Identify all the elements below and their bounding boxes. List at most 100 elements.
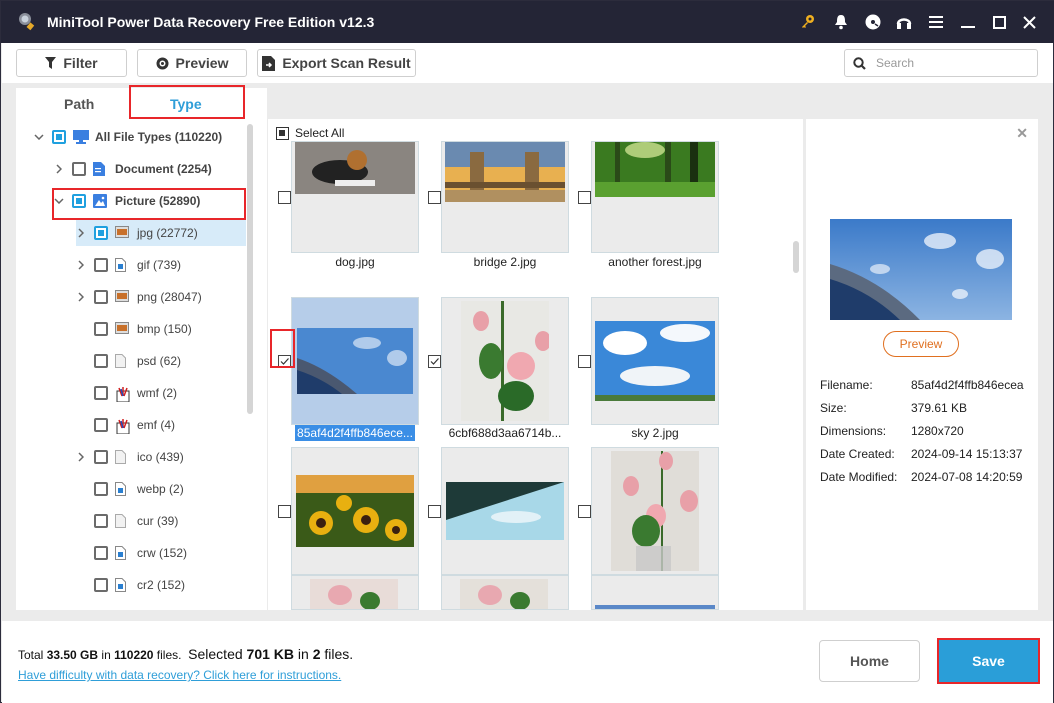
file-checkbox[interactable] [428, 191, 441, 204]
chevron-down-icon[interactable] [34, 132, 44, 142]
tree-node[interactable]: ico (439) [76, 444, 184, 470]
tab-path[interactable]: Path [64, 96, 94, 112]
footer: Total 33.50 GB in 110220 files. Selected… [2, 621, 1053, 703]
chevron-right-icon[interactable] [76, 292, 86, 302]
select-all-checkbox[interactable]: Select All [276, 126, 344, 140]
tree-checkbox[interactable] [94, 514, 108, 528]
image-file-icon [115, 258, 129, 272]
minimize-icon[interactable] [959, 13, 977, 31]
tree-node[interactable]: gif (739) [76, 252, 181, 278]
tree-node-label: ico (439) [137, 450, 184, 464]
blank-file-icon [115, 450, 129, 464]
file-checkbox[interactable] [278, 191, 291, 204]
tree-node-label: Document (2254) [115, 162, 212, 176]
tree-checkbox[interactable] [94, 482, 108, 496]
tree-scrollbar[interactable] [247, 124, 253, 414]
tree-checkbox[interactable] [94, 226, 108, 240]
grid-scrollbar[interactable] [793, 241, 799, 273]
tree-checkbox[interactable] [94, 418, 108, 432]
app-window: MiniTool Power Data Recovery Free Editio… [0, 0, 1054, 703]
file-checkbox[interactable] [578, 505, 591, 518]
preview-toolbar-button[interactable]: Preview [137, 49, 247, 77]
close-preview-icon[interactable]: ✕ [1016, 125, 1028, 142]
file-checkbox[interactable] [578, 191, 591, 204]
file-checkbox[interactable] [278, 505, 291, 518]
help-link[interactable]: Have difficulty with data recovery? Clic… [18, 668, 341, 682]
thumbnail-image [611, 451, 699, 571]
tree-node[interactable]: cr2 (152) [76, 572, 185, 598]
file-thumbnail-tile[interactable] [441, 447, 569, 575]
file-name-label: bridge 2.jpg [441, 255, 569, 269]
file-thumbnail-tile[interactable] [591, 447, 719, 575]
view-tabs: Path Type [16, 85, 267, 120]
close-icon[interactable] [1020, 13, 1038, 31]
tree-node[interactable]: bmp (150) [76, 316, 192, 342]
thumbnail-image [595, 579, 715, 609]
tree-checkbox[interactable] [52, 130, 66, 144]
file-thumbnail-tile[interactable] [591, 575, 719, 610]
home-button[interactable]: Home [819, 640, 920, 682]
selected-mid: in [294, 646, 313, 662]
tree-node[interactable]: png (28047) [76, 284, 202, 310]
file-thumbnail-tile[interactable] [441, 297, 569, 425]
disc-icon[interactable] [864, 13, 882, 31]
tree-checkbox[interactable] [72, 162, 86, 176]
file-thumbnail-tile[interactable] [291, 297, 419, 425]
menu-icon[interactable] [927, 13, 945, 31]
tree-node[interactable]: cur (39) [76, 508, 178, 534]
file-name: 6cbf688d3aa6714b... [448, 426, 562, 440]
thumbnail-image [310, 579, 398, 609]
tree-checkbox[interactable] [94, 546, 108, 560]
tree-node[interactable]: All File Types (110220) [34, 124, 222, 150]
file-thumbnail-tile[interactable] [291, 575, 419, 610]
preview-button[interactable]: Preview [883, 331, 959, 357]
tree-node[interactable]: wmf (2) [76, 380, 177, 406]
bell-icon[interactable] [832, 13, 850, 31]
file-thumbnail-tile[interactable] [441, 575, 569, 610]
tree-node-label: crw (152) [137, 546, 188, 560]
thumbnail-image [446, 482, 564, 540]
file-info-row: Filename: 85af4d2f4ffb846ecea [820, 378, 1024, 392]
select-all-box[interactable] [276, 126, 289, 140]
file-thumbnail-tile[interactable] [291, 447, 419, 575]
tree-node[interactable]: crw (152) [76, 540, 187, 566]
tree-checkbox[interactable] [94, 450, 108, 464]
tree-node[interactable]: webp (2) [76, 476, 184, 502]
info-value: 379.61 KB [911, 401, 968, 415]
eye-icon [156, 57, 169, 69]
tree-node[interactable]: psd (62) [76, 348, 181, 374]
tree-checkbox[interactable] [94, 322, 108, 336]
blank-file-icon [115, 354, 129, 368]
chevron-right-icon[interactable] [76, 452, 86, 462]
tree-checkbox[interactable] [94, 290, 108, 304]
tree-checkbox[interactable] [94, 386, 108, 400]
file-thumbnail-tile[interactable] [291, 141, 419, 253]
search-input[interactable] [876, 56, 1026, 70]
maximize-icon[interactable] [990, 13, 1008, 31]
file-checkbox[interactable] [428, 505, 441, 518]
search-box[interactable] [844, 49, 1038, 77]
chevron-right-icon[interactable] [54, 164, 64, 174]
tree-node[interactable]: Document (2254) [54, 156, 212, 182]
tree-node[interactable]: emf (4) [76, 412, 175, 438]
tree-checkbox[interactable] [94, 354, 108, 368]
key-icon[interactable] [799, 13, 817, 31]
tree-node-label: emf (4) [137, 418, 176, 432]
file-thumbnail-tile[interactable] [591, 297, 719, 425]
file-name: another forest.jpg [608, 255, 702, 269]
headset-icon[interactable] [895, 13, 913, 31]
export-scan-result-button[interactable]: Export Scan Result [257, 49, 416, 77]
file-thumbnail-tile[interactable] [441, 141, 569, 253]
thumbnail-image [461, 301, 549, 421]
file-thumbnail-tile[interactable] [591, 141, 719, 253]
tree-node[interactable]: jpg (22772) [76, 220, 246, 246]
filter-button[interactable]: Filter [16, 49, 127, 77]
chevron-right-icon[interactable] [76, 228, 86, 238]
tree-checkbox[interactable] [94, 258, 108, 272]
save-button[interactable]: Save [937, 638, 1040, 684]
file-checkbox[interactable] [578, 355, 591, 368]
file-checkbox[interactable] [428, 355, 441, 368]
chevron-right-icon[interactable] [76, 260, 86, 270]
tree-checkbox[interactable] [94, 578, 108, 592]
search-icon [853, 56, 866, 70]
